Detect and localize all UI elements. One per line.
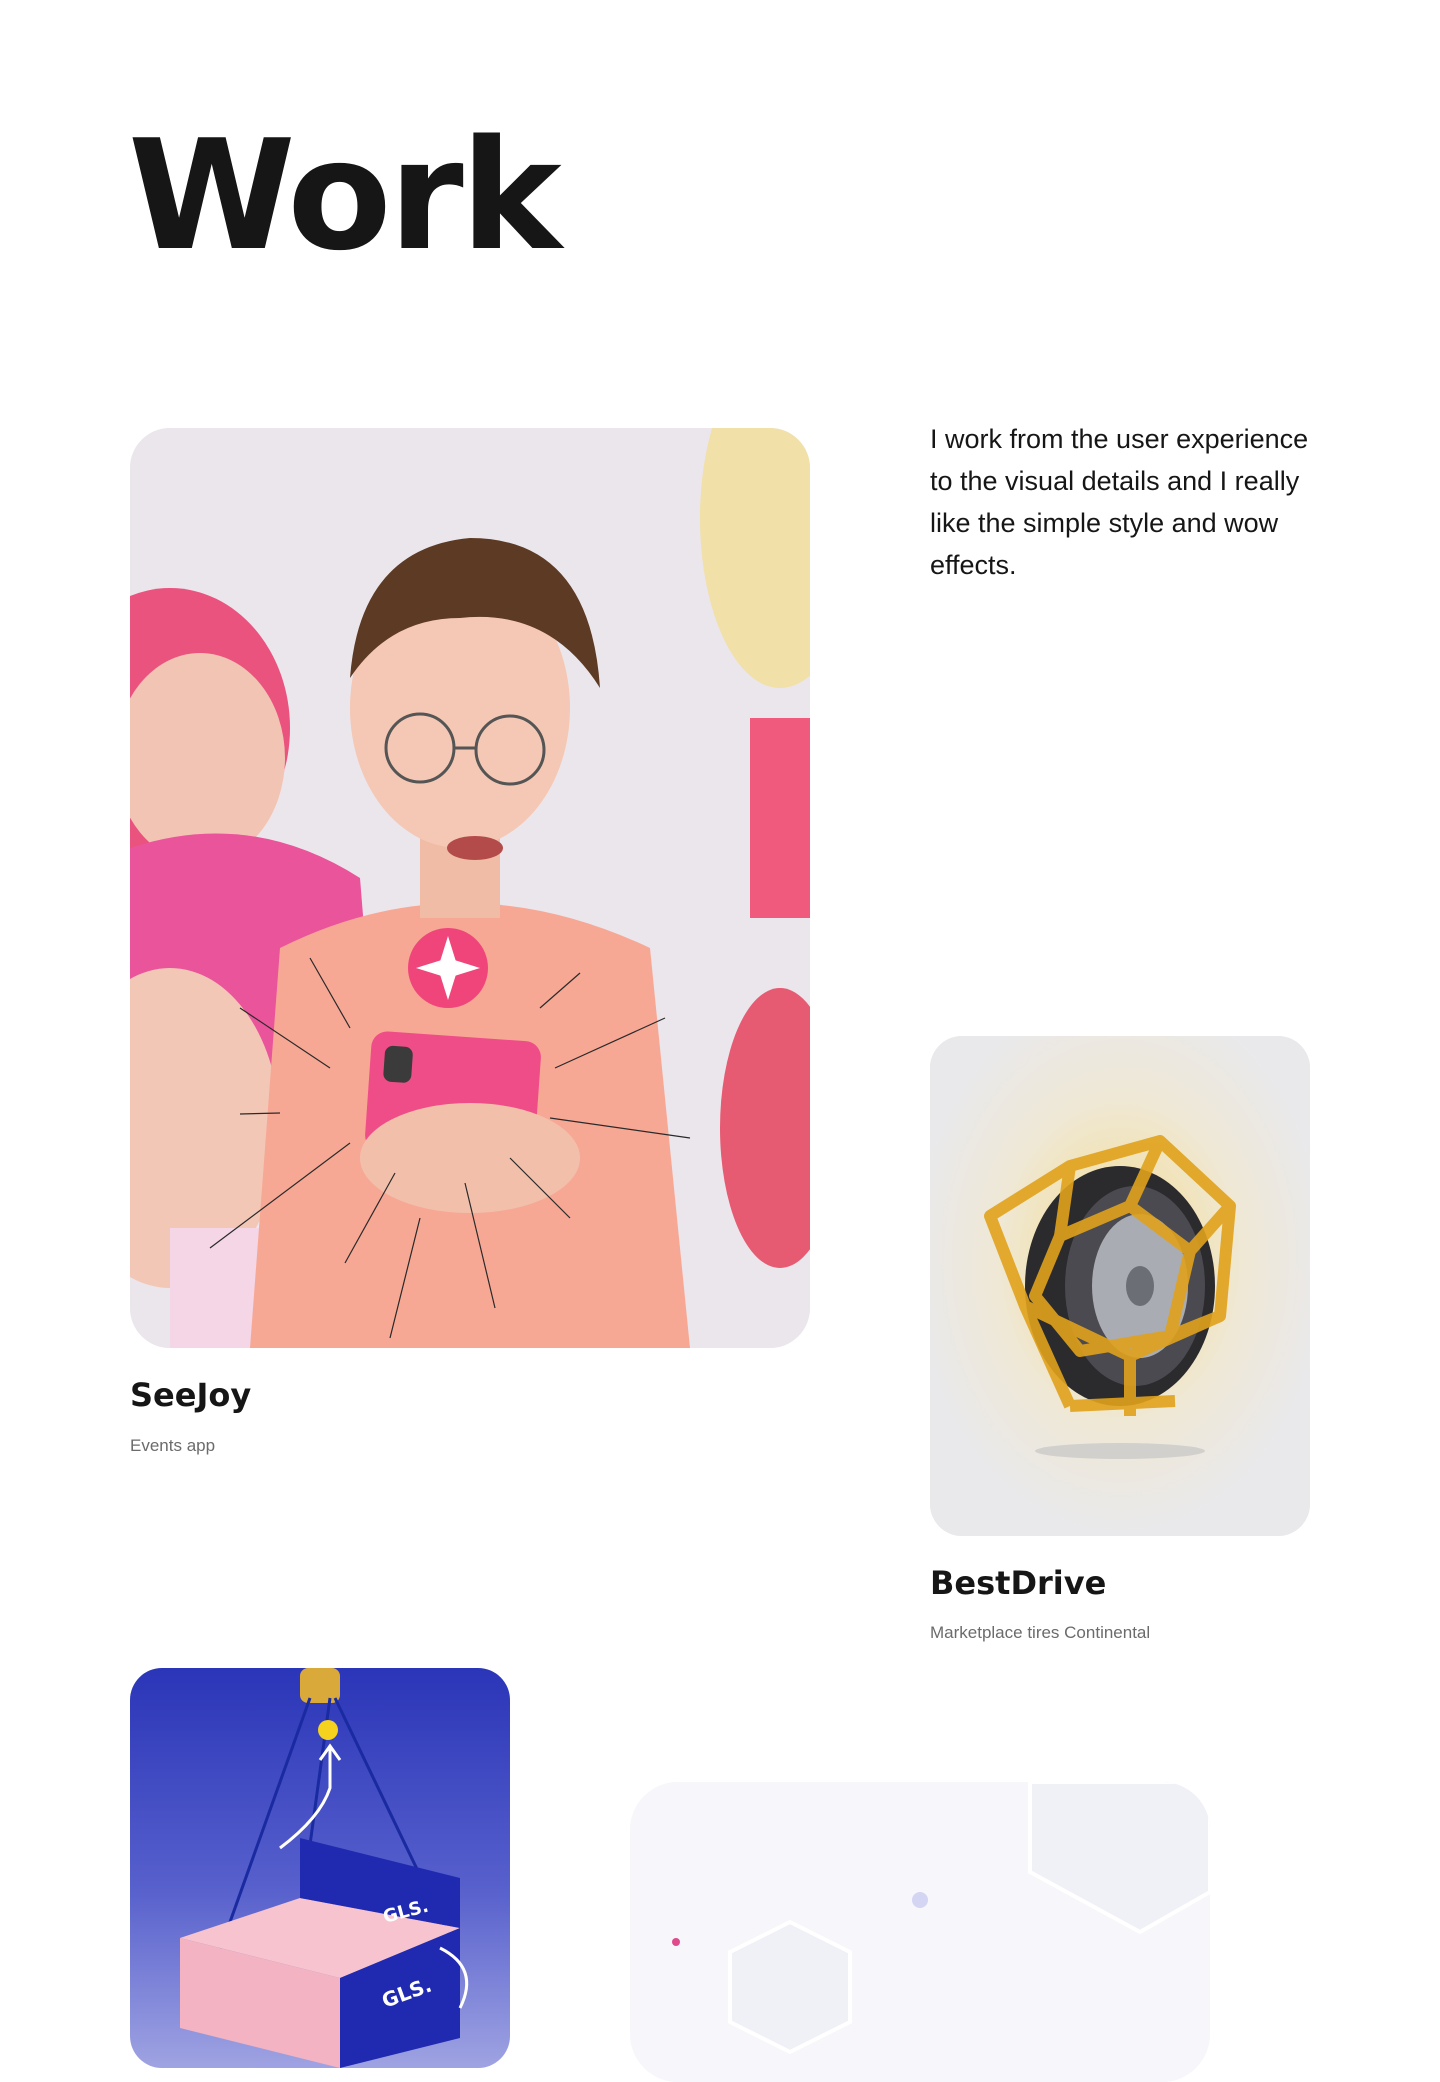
intro-text: I work from the user experience to the v… bbox=[930, 424, 1309, 580]
project-card-seejoy[interactable]: SeeJoy Events app bbox=[130, 428, 810, 1458]
project-subtitle: Marketplace tires Continental bbox=[930, 1623, 1151, 1642]
hexagon-abstract-icon bbox=[630, 1782, 1210, 2082]
project-card-gls[interactable]: GLS. GLS. bbox=[130, 1668, 510, 2068]
project-subtitle: Events app bbox=[130, 1436, 216, 1455]
hexagon-image[interactable] bbox=[630, 1782, 1210, 2082]
tire-in-golden-cage-icon bbox=[930, 1036, 1310, 1536]
project-title[interactable]: BestDrive bbox=[930, 1564, 1106, 1602]
page-title: Work bbox=[128, 107, 562, 284]
project-card-hexagon[interactable] bbox=[630, 1782, 1210, 2082]
gls-image[interactable]: GLS. GLS. bbox=[130, 1668, 510, 2068]
project-card-bestdrive[interactable]: BestDrive Marketplace tires Continental bbox=[930, 1036, 1310, 1646]
gls-parcel-box-icon: GLS. GLS. bbox=[180, 1668, 469, 2068]
bestdrive-image[interactable] bbox=[930, 1036, 1310, 1536]
people-with-phone-photo-icon bbox=[130, 428, 810, 1348]
project-title[interactable]: SeeJoy bbox=[130, 1376, 251, 1414]
seejoy-image[interactable] bbox=[130, 428, 810, 1348]
